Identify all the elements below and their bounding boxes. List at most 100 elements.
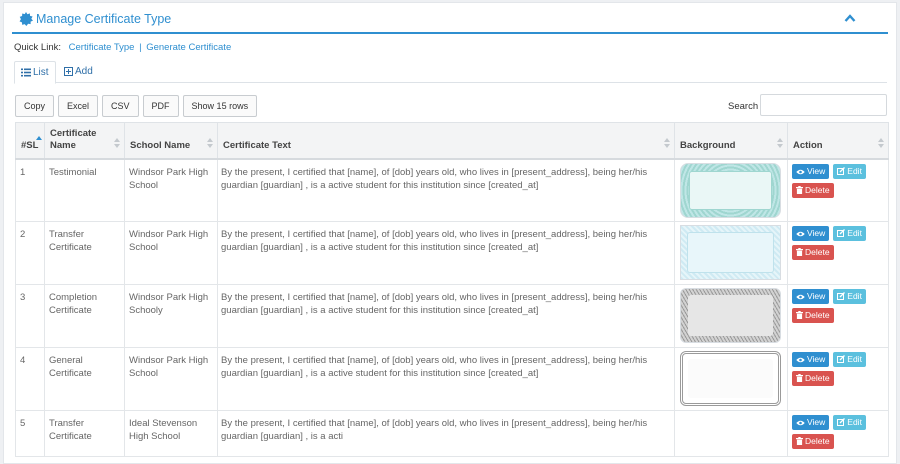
table-row: 5 Transfer Certificate Ideal Stevenson H… [15, 410, 889, 457]
trash-icon [796, 248, 803, 256]
trash-icon [796, 437, 803, 445]
plus-square-icon [64, 67, 73, 76]
column-header-action[interactable]: Action [787, 122, 889, 160]
delete-button[interactable]: Delete [792, 182, 834, 198]
table-row: 4 General Certificate Windsor Park High … [15, 347, 889, 411]
cell-certificate-name: Testimonial [44, 158, 125, 222]
edit-icon [837, 292, 846, 300]
edit-button[interactable]: Edit [833, 289, 866, 304]
sort-icon [777, 138, 783, 148]
pdf-button[interactable]: PDF [142, 95, 179, 117]
cell-background [674, 410, 788, 457]
column-header-school-name[interactable]: School Name [124, 122, 218, 160]
certificate-badge-icon [19, 12, 33, 26]
delete-button[interactable]: Delete [792, 371, 834, 386]
cell-certificate-text: By the present, I certified that [name],… [217, 284, 675, 348]
view-button[interactable]: View [792, 226, 830, 241]
quick-link-generate-certificate[interactable]: Generate Certificate [146, 42, 231, 53]
edit-button[interactable]: Edit [833, 226, 866, 241]
eye-icon [796, 294, 805, 300]
export-toolbar: Copy Excel CSV PDF Show 15 rows [15, 95, 261, 117]
quick-link-label: Quick Link: [14, 42, 61, 53]
edit-icon [837, 355, 846, 363]
tab-add[interactable]: Add [58, 61, 99, 83]
copy-button[interactable]: Copy [15, 95, 55, 117]
cell-certificate-name: Transfer Certificate [44, 221, 125, 285]
delete-button[interactable]: Delete [792, 245, 834, 260]
cell-action: View Edit Delete [787, 347, 889, 411]
view-button[interactable]: View [792, 415, 830, 430]
eye-icon [796, 231, 805, 237]
page-title: Manage Certificate Type [36, 12, 172, 26]
certificate-type-panel: Manage Certificate Type Quick Link: Cert… [3, 2, 897, 464]
tab-bar: List Add [14, 61, 887, 84]
cell-action: View Edit Delete [787, 158, 889, 222]
trash-icon [796, 311, 803, 319]
table-row: 2 Transfer Certificate Windsor Park High… [15, 221, 889, 285]
search-input[interactable] [760, 94, 887, 116]
show-rows-button[interactable]: Show 15 rows [182, 95, 258, 117]
cell-action: View Edit Delete [787, 221, 889, 285]
cell-school-name: Windsor Park High School [124, 347, 218, 411]
delete-button[interactable]: Delete [792, 308, 834, 323]
chevron-up-icon[interactable] [844, 13, 856, 23]
cell-certificate-text: By the present, I certified that [name],… [217, 347, 675, 411]
edit-button[interactable]: Edit [833, 352, 866, 367]
eye-icon [796, 357, 805, 363]
view-button[interactable]: View [792, 352, 830, 367]
view-button[interactable]: View [792, 289, 830, 304]
edit-icon [837, 229, 846, 237]
cell-sl: 5 [15, 410, 45, 457]
cell-certificate-text: By the present, I certified that [name],… [217, 158, 675, 222]
cell-sl: 3 [15, 284, 45, 348]
delete-button[interactable]: Delete [792, 434, 834, 449]
cell-school-name: Windsor Park High Schooly [124, 284, 218, 348]
cell-background [674, 221, 788, 285]
panel-header: Manage Certificate Type [12, 3, 888, 34]
cell-school-name: Ideal Stevenson High School [124, 410, 218, 457]
view-button[interactable]: View [792, 163, 830, 179]
cell-action: View Edit Delete [787, 284, 889, 348]
certificate-background-thumbnail [680, 225, 781, 280]
trash-icon [796, 374, 803, 382]
cell-certificate-name: General Certificate [44, 347, 125, 411]
sort-icon [207, 138, 213, 148]
table-row: 1 Testimonial Windsor Park High School B… [15, 158, 889, 222]
search-label: Search [728, 101, 759, 112]
cell-sl: 4 [15, 347, 45, 411]
column-header-sl[interactable]: #SL [15, 122, 45, 160]
cell-certificate-name: Completion Certificate [44, 284, 125, 348]
certificate-background-thumbnail [680, 162, 781, 218]
certificate-table: #SL Certificate Name School Name Certifi… [15, 122, 889, 457]
certificate-background-thumbnail [680, 288, 781, 343]
edit-button[interactable]: Edit [833, 415, 866, 430]
column-header-certificate-text[interactable]: Certificate Text [217, 122, 675, 160]
column-header-background[interactable]: Background [674, 122, 788, 160]
cell-background [674, 347, 788, 411]
edit-button[interactable]: Edit [833, 163, 866, 179]
quick-links: Quick Link: Certificate Type | Generate … [14, 42, 231, 53]
sort-icon [114, 138, 120, 148]
cell-certificate-text: By the present, I certified that [name],… [217, 221, 675, 285]
cell-certificate-text: By the present, I certified that [name],… [217, 410, 675, 457]
cell-sl: 1 [15, 158, 45, 222]
column-header-certificate-name[interactable]: Certificate Name [44, 122, 125, 160]
tab-add-label: Add [75, 66, 93, 77]
edit-icon [837, 418, 846, 426]
cell-background [674, 284, 788, 348]
tab-list-label: List [33, 67, 49, 78]
sort-asc-icon [36, 136, 42, 140]
tab-list[interactable]: List [14, 61, 56, 84]
cell-certificate-name: Transfer Certificate [44, 410, 125, 457]
edit-icon [837, 166, 846, 175]
cell-action: View Edit Delete [787, 410, 889, 457]
certificate-background-thumbnail [680, 351, 781, 406]
quick-link-certificate-type[interactable]: Certificate Type [69, 42, 135, 53]
excel-button[interactable]: Excel [58, 95, 99, 117]
table-row: 3 Completion Certificate Windsor Park Hi… [15, 284, 889, 348]
cell-sl: 2 [15, 221, 45, 285]
cell-school-name: Windsor Park High School [124, 221, 218, 285]
sort-icon [878, 138, 884, 148]
table-header-row: #SL Certificate Name School Name Certifi… [15, 122, 889, 160]
csv-button[interactable]: CSV [102, 95, 139, 117]
